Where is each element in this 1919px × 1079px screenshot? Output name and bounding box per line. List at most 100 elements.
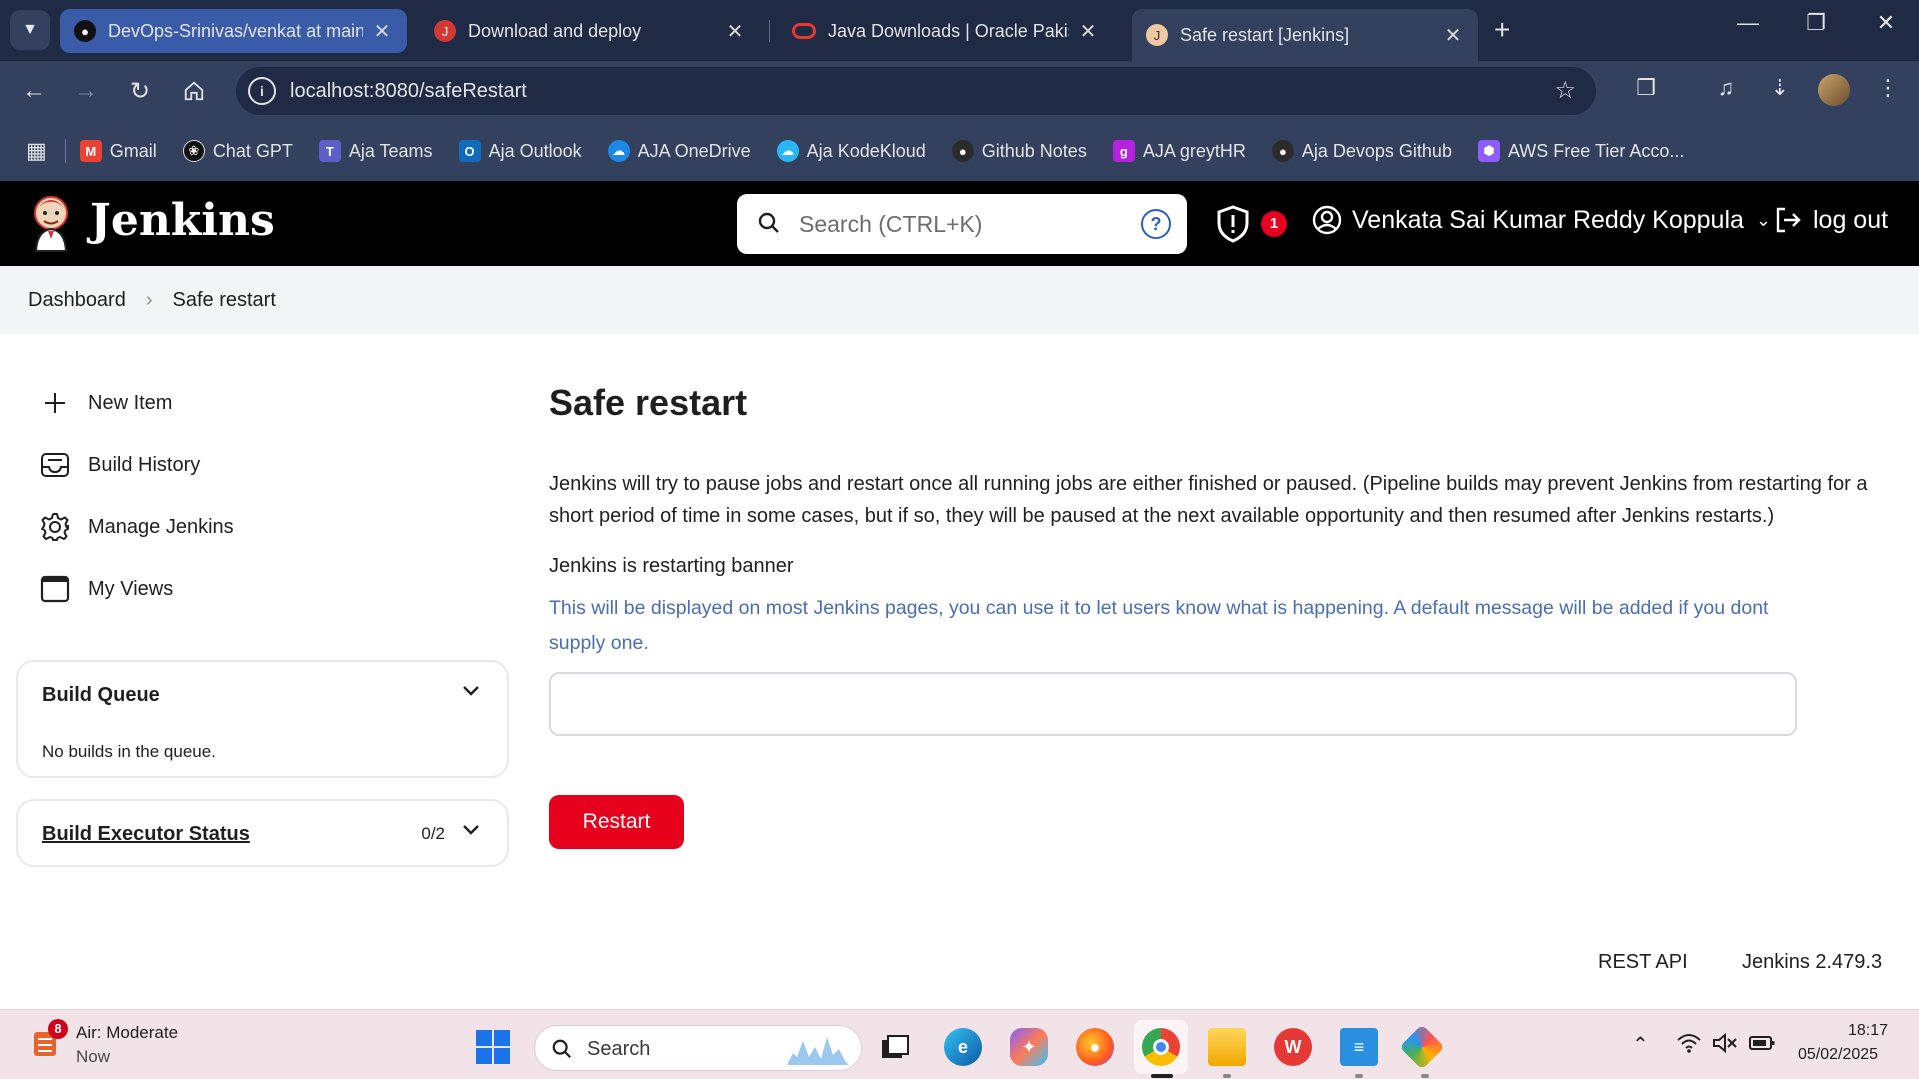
- logout-link[interactable]: log out: [1773, 205, 1888, 235]
- build-queue-title[interactable]: Build Queue: [42, 684, 160, 707]
- task-new-item[interactable]: New Item: [40, 388, 172, 418]
- chevron-down-icon[interactable]: [461, 821, 481, 842]
- git-kraken-icon[interactable]: [1399, 1024, 1445, 1070]
- bookmark-chatgpt[interactable]: ❀ Chat GPT: [182, 140, 293, 162]
- bookmark-label: Aja Devops Github: [1301, 140, 1452, 161]
- task-my-views[interactable]: My Views: [40, 574, 173, 604]
- close-icon[interactable]: ✕: [371, 19, 393, 44]
- taskbar-search[interactable]: Search: [534, 1025, 862, 1071]
- build-executor-title[interactable]: Build Executor Status: [42, 823, 250, 846]
- volume-muted-icon[interactable]: [1712, 1032, 1738, 1060]
- bookmark-gmail[interactable]: M Gmail: [79, 140, 157, 162]
- tab-title: Java Downloads | Oracle Pakistan: [828, 20, 1069, 41]
- site-info-icon[interactable]: i: [248, 77, 276, 105]
- browser-tab-github[interactable]: ● DevOps-Srinivas/venkat at main ✕: [60, 9, 407, 53]
- jenkins-brand[interactable]: Jenkins: [90, 195, 275, 246]
- url-text[interactable]: localhost:8080/safeRestart: [290, 80, 527, 103]
- apps-grid-icon[interactable]: ▦: [26, 138, 47, 164]
- reload-icon[interactable]: ↻: [122, 73, 158, 109]
- github-icon: ●: [1271, 140, 1294, 162]
- greythr-icon: g: [1112, 140, 1135, 162]
- user-menu[interactable]: Venkata Sai Kumar Reddy Koppula ⌄: [1312, 205, 1771, 235]
- search-icon: [552, 1039, 572, 1059]
- new-tab-plus-icon[interactable]: +: [1494, 14, 1510, 46]
- task-label: New Item: [88, 391, 173, 414]
- browser-tab-oracle[interactable]: Java Downloads | Oracle Pakistan ✕: [778, 9, 1113, 53]
- bookmark-label: Github Notes: [981, 140, 1087, 161]
- help-question-icon[interactable]: ?: [1141, 209, 1171, 239]
- restart-banner-input[interactable]: [549, 672, 1797, 736]
- chrome-icon[interactable]: [1142, 1028, 1180, 1066]
- jenkins-search-box[interactable]: ?: [737, 194, 1187, 254]
- browser-tab-download[interactable]: J Download and deploy ✕: [420, 9, 760, 53]
- notepad-icon[interactable]: ≡: [1340, 1028, 1378, 1066]
- close-icon[interactable]: ✕: [724, 19, 746, 44]
- minimize-icon[interactable]: —: [1728, 10, 1768, 36]
- browser-tab-safe-restart[interactable]: J Safe restart [Jenkins] ✕: [1132, 9, 1478, 61]
- logout-icon: [1776, 207, 1801, 233]
- media-controls-icon[interactable]: ♫: [1710, 75, 1742, 101]
- page-title: Safe restart: [549, 382, 748, 423]
- clock-date[interactable]: 05/02/2025: [1798, 1046, 1878, 1064]
- jenkins-version-link[interactable]: Jenkins 2.479.3: [1742, 951, 1882, 974]
- edge-icon[interactable]: e: [944, 1028, 982, 1066]
- download-icon[interactable]: ⇣: [1764, 75, 1796, 101]
- window-icon: [40, 574, 70, 604]
- window-close-icon[interactable]: ✕: [1866, 10, 1906, 36]
- forward-arrow-icon[interactable]: →: [68, 73, 104, 109]
- show-hidden-icons-chevron-icon[interactable]: ⌃: [1632, 1032, 1649, 1057]
- task-view-icon[interactable]: [876, 1028, 914, 1066]
- app-running-indicator: [1223, 1074, 1231, 1078]
- task-build-history[interactable]: Build History: [40, 450, 200, 480]
- profile-avatar[interactable]: [1818, 74, 1850, 106]
- security-alert-badge[interactable]: 1: [1261, 211, 1287, 237]
- wifi-icon[interactable]: [1676, 1032, 1702, 1060]
- more-menu-icon[interactable]: ⋮: [1872, 75, 1904, 101]
- search-input[interactable]: [799, 206, 1119, 242]
- breadcrumb: Dashboard › Safe restart: [0, 266, 1919, 334]
- firefox-icon[interactable]: ●: [1076, 1028, 1114, 1066]
- bookmark-label: Aja KodeKloud: [806, 140, 926, 161]
- taskbar-search-label: Search: [587, 1038, 651, 1060]
- bookmark-kodekloud[interactable]: ☁ Aja KodeKloud: [776, 140, 926, 162]
- tab-divider: [769, 20, 770, 42]
- bookmark-github-notes[interactable]: ● Github Notes: [951, 140, 1087, 162]
- breadcrumb-dashboard[interactable]: Dashboard: [28, 289, 126, 312]
- task-manage-jenkins[interactable]: Manage Jenkins: [40, 512, 234, 542]
- bookmark-onedrive[interactable]: ☁ AJA OneDrive: [607, 140, 751, 162]
- bookmark-teams[interactable]: T Aja Teams: [318, 140, 433, 162]
- battery-icon[interactable]: [1748, 1032, 1776, 1060]
- home-icon[interactable]: [176, 73, 212, 109]
- bookmark-aws[interactable]: ⬢ AWS Free Tier Acco...: [1477, 140, 1684, 162]
- extensions-icon[interactable]: ❒: [1630, 75, 1662, 101]
- file-explorer-icon[interactable]: [1208, 1028, 1246, 1066]
- chevron-down-icon: ⌄: [1755, 209, 1772, 230]
- weather-title[interactable]: Air: Moderate: [76, 1023, 178, 1043]
- jenkins-logo[interactable]: [28, 193, 74, 253]
- security-shield-icon[interactable]: [1216, 205, 1250, 243]
- bookmark-label: Aja Outlook: [488, 140, 582, 161]
- wps-office-icon[interactable]: W: [1274, 1028, 1312, 1066]
- bookmark-devops-github[interactable]: ● Aja Devops Github: [1271, 140, 1452, 162]
- rest-api-link[interactable]: REST API: [1598, 951, 1688, 974]
- close-icon[interactable]: ✕: [1442, 23, 1464, 48]
- bookmark-greythr[interactable]: g AJA greytHR: [1112, 140, 1246, 162]
- user-avatar-icon: [1312, 205, 1342, 235]
- bookmark-star-icon[interactable]: ☆: [1554, 76, 1576, 105]
- restore-icon[interactable]: ❐: [1796, 10, 1836, 36]
- back-arrow-icon[interactable]: ←: [16, 73, 52, 109]
- chevron-down-icon[interactable]: [461, 682, 481, 703]
- restart-button[interactable]: Restart: [549, 795, 684, 849]
- bookmark-outlook[interactable]: O Aja Outlook: [458, 140, 582, 162]
- tab-search-chevron-icon[interactable]: ▼: [10, 10, 50, 50]
- clock-time[interactable]: 18:17: [1848, 1022, 1888, 1040]
- search-icon: [758, 212, 779, 233]
- jenkins-header: Jenkins ? 1 Venkata Sai Kumar Reddy Kopp…: [0, 181, 1919, 266]
- copilot-icon[interactable]: ✦: [1010, 1028, 1048, 1066]
- weather-subtitle: Now: [76, 1047, 111, 1066]
- jenkins-icon: J: [1146, 24, 1168, 46]
- address-bar[interactable]: i localhost:8080/safeRestart ☆: [236, 67, 1596, 115]
- windows-start-icon[interactable]: [476, 1030, 510, 1064]
- close-icon[interactable]: ✕: [1077, 19, 1099, 44]
- breadcrumb-current[interactable]: Safe restart: [173, 289, 276, 312]
